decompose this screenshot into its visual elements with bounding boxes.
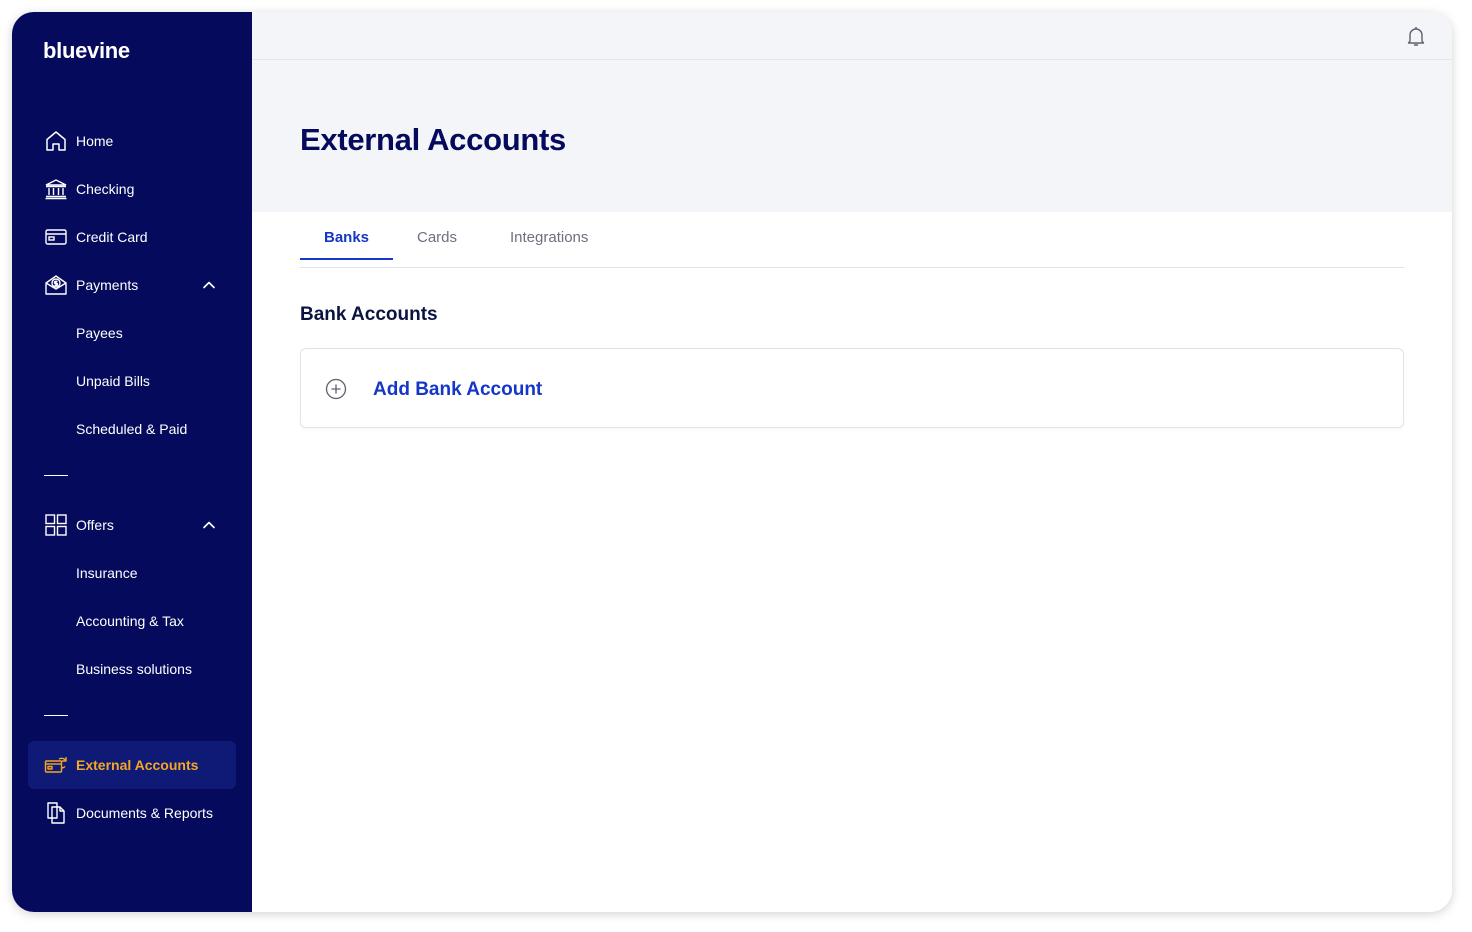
sidebar-item-offers[interactable]: Offers [28,501,236,549]
documents-icon [44,801,68,825]
main-content: External Accounts Banks Cards Integratio… [252,12,1452,912]
bluevine-logo[interactable]: bluevine [43,38,130,64]
home-icon [44,129,68,153]
bank-icon [44,177,68,201]
sidebar-item-label: Offers [76,517,114,533]
external-accounts-icon [44,753,68,777]
page-header: External Accounts [252,60,1452,212]
app-window: bluevine Home Checking Credit Card Payme… [12,12,1452,912]
sidebar-item-unpaid-bills[interactable]: Unpaid Bills [28,357,236,405]
sidebar-item-label: Accounting & Tax [76,613,184,629]
sidebar-nav: Home Checking Credit Card Payments Payee… [28,117,236,837]
sidebar-item-home[interactable]: Home [28,117,236,165]
sidebar-item-label: Documents & Reports [76,805,213,821]
sidebar-item-label: External Accounts [76,757,199,773]
sidebar-item-label: Payments [76,277,139,293]
bell-icon[interactable] [1404,24,1428,48]
add-bank-account-label: Add Bank Account [373,379,543,400]
sidebar-item-label: Scheduled & Paid [76,421,188,437]
sidebar-item-payments[interactable]: Payments [28,261,236,309]
sidebar-item-label: Insurance [76,565,138,581]
chevron-up-icon[interactable] [202,518,216,532]
section-title: Bank Accounts [300,304,438,325]
sidebar-item-label: Unpaid Bills [76,373,150,389]
plus-circle-icon [325,378,347,400]
tab-integrations[interactable]: Integrations [510,229,588,246]
sidebar-item-insurance[interactable]: Insurance [28,549,236,597]
payments-icon [44,273,68,297]
tab-cards[interactable]: Cards [417,229,457,246]
grid-icon [44,513,68,537]
sidebar-item-payees[interactable]: Payees [28,309,236,357]
sidebar-item-label: Payees [76,325,123,341]
sidebar-item-accounting-tax[interactable]: Accounting & Tax [28,597,236,645]
sidebar-item-scheduled-paid[interactable]: Scheduled & Paid [28,405,236,453]
sidebar-item-documents-reports[interactable]: Documents & Reports [28,789,236,837]
add-bank-account-button[interactable]: Add Bank Account [300,348,1404,428]
tab-bar: Banks Cards Integrations [300,212,1404,268]
sidebar-item-external-accounts[interactable]: External Accounts [28,741,236,789]
sidebar-item-label: Checking [76,181,135,197]
credit-card-icon [44,225,68,249]
sidebar-item-business-solutions[interactable]: Business solutions [28,645,236,693]
sidebar-divider [28,453,236,501]
chevron-up-icon[interactable] [202,278,216,292]
sidebar: bluevine Home Checking Credit Card Payme… [12,12,252,912]
sidebar-item-credit-card[interactable]: Credit Card [28,213,236,261]
tab-banks[interactable]: Banks [324,229,369,246]
top-bar [252,12,1452,60]
page-title: External Accounts [300,122,566,157]
sidebar-item-label: Business solutions [76,661,192,677]
sidebar-item-label: Home [76,133,114,149]
sidebar-item-checking[interactable]: Checking [28,165,236,213]
active-tab-indicator [300,258,393,260]
sidebar-item-label: Credit Card [76,229,148,245]
sidebar-divider [28,693,236,741]
